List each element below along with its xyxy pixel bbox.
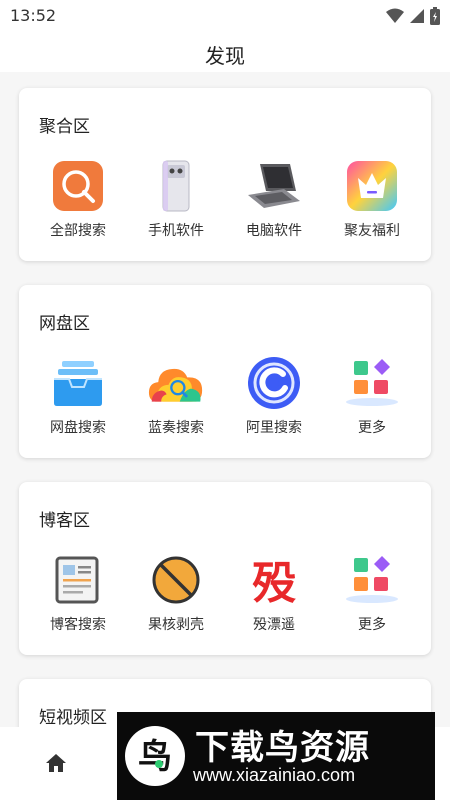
status-bar: 13:52 — [0, 0, 450, 32]
svg-text:鸟: 鸟 — [138, 737, 172, 777]
item-lanzou-search[interactable]: 蓝奏搜索 — [127, 355, 225, 437]
item-more[interactable]: 更多 — [323, 355, 421, 437]
nut-icon — [148, 552, 204, 608]
item-ali-search[interactable]: 阿里搜索 — [225, 355, 323, 437]
item-label: 博客搜索 — [50, 617, 106, 633]
newspaper-icon — [50, 552, 106, 608]
item-guohe[interactable]: 果核剥壳 — [127, 552, 225, 634]
item-phone-software[interactable]: 手机软件 — [127, 158, 225, 240]
laptop-icon — [246, 158, 302, 214]
svg-text:殁: 殁 — [252, 558, 296, 606]
item-label: 阿里搜索 — [246, 420, 302, 436]
section-title: 网盘区 — [39, 314, 90, 334]
app-header: 发现 — [0, 32, 450, 72]
watermark: 鸟 下载鸟资源 www.xiazainiao.com — [117, 712, 435, 800]
home-icon — [46, 754, 66, 772]
tray-icon — [50, 355, 106, 411]
item-all-search[interactable]: 全部搜索 — [29, 158, 127, 240]
page-title: 发现 — [205, 44, 245, 68]
cloud-search-icon — [148, 355, 204, 411]
mo-character-icon: 殁 — [246, 552, 302, 608]
item-pc-software[interactable]: 电脑软件 — [225, 158, 323, 240]
item-blog-search[interactable]: 博客搜索 — [29, 552, 127, 634]
search-app-icon — [50, 158, 106, 214]
signal-icon — [410, 9, 424, 23]
home-button[interactable] — [38, 745, 74, 781]
section-grid: 博客搜索 果核剥壳 殁 殁漂遥 更多 — [29, 552, 421, 634]
item-label: 蓝奏搜索 — [148, 420, 204, 436]
item-label: 果核剥壳 — [148, 617, 204, 633]
section-title: 短视频区 — [39, 708, 107, 727]
more-blocks-icon — [344, 355, 400, 411]
item-label: 全部搜索 — [50, 223, 106, 239]
item-label: 殁漂遥 — [253, 617, 295, 633]
crown-icon — [344, 158, 400, 214]
item-label: 更多 — [358, 617, 386, 633]
section-card-netdisk: 网盘区 网盘搜索 蓝奏搜索 阿里搜索 更多 — [19, 285, 431, 458]
status-icons — [386, 7, 440, 25]
item-label: 网盘搜索 — [50, 420, 106, 436]
item-label: 电脑软件 — [246, 223, 302, 239]
watermark-url: www.xiazainiao.com — [193, 765, 356, 785]
item-label: 更多 — [358, 420, 386, 436]
item-label: 手机软件 — [148, 223, 204, 239]
section-title: 博客区 — [39, 511, 90, 531]
aliyun-icon — [246, 355, 302, 411]
section-card-aggregate: 聚合区 全部搜索 手机软件 电脑软件 聚友福利 — [19, 88, 431, 261]
section-grid: 网盘搜索 蓝奏搜索 阿里搜索 更多 — [29, 355, 421, 437]
item-netdisk-search[interactable]: 网盘搜索 — [29, 355, 127, 437]
section-title: 聚合区 — [39, 117, 90, 137]
phone-icon — [148, 158, 204, 214]
item-friends-welfare[interactable]: 聚友福利 — [323, 158, 421, 240]
wifi-icon — [386, 8, 404, 23]
status-time: 13:52 — [10, 6, 57, 25]
watermark-text: 下载鸟资源 — [195, 728, 370, 768]
section-card-blog: 博客区 博客搜索 果核剥壳 殁 殁漂遥 更多 — [19, 482, 431, 655]
more-blocks-icon — [344, 552, 400, 608]
item-label: 聚友福利 — [344, 223, 400, 239]
section-grid: 全部搜索 手机软件 电脑软件 聚友福利 — [29, 158, 421, 240]
watermark-logo: 鸟 — [125, 726, 185, 786]
battery-icon — [430, 7, 440, 25]
discover-content[interactable]: 聚合区 全部搜索 手机软件 电脑软件 聚友福利 网盘区 网盘搜索 蓝奏搜索 阿里… — [0, 72, 450, 727]
item-more[interactable]: 更多 — [323, 552, 421, 634]
item-mopiaoyao[interactable]: 殁 殁漂遥 — [225, 552, 323, 634]
